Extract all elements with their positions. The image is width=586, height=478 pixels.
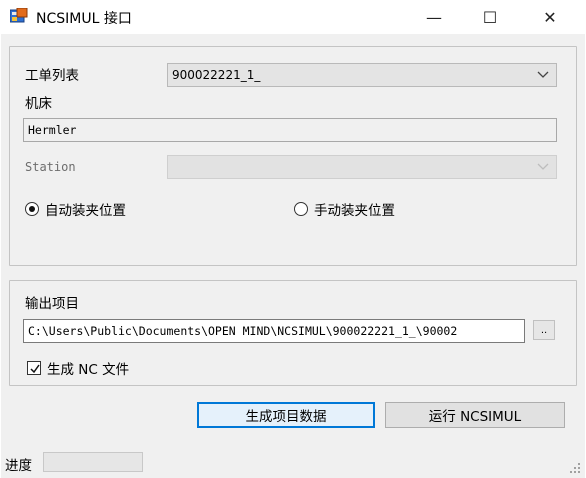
status-strip: 进度 bbox=[1, 446, 585, 476]
maximize-button[interactable]: ☐ bbox=[462, 0, 518, 34]
app-icon[interactable] bbox=[9, 7, 28, 24]
chevron-down-icon bbox=[536, 159, 550, 173]
close-button[interactable]: ✕ bbox=[522, 0, 578, 34]
job-list-combo[interactable]: 900022221_1_ bbox=[167, 63, 557, 87]
close-icon: ✕ bbox=[543, 7, 557, 27]
minimize-icon: — bbox=[426, 7, 442, 27]
client-area: 工单列表 900022221_1_ 机床 Hermler Station 自动装… bbox=[1, 34, 585, 478]
manual-clamping-radio[interactable] bbox=[294, 202, 308, 216]
progress-label: 进度 bbox=[5, 458, 32, 474]
machine-label: 机床 bbox=[25, 96, 52, 112]
title-bar: NCSIMUL 接口 — ☐ ✕ bbox=[0, 0, 586, 34]
run-ncsimul-label: 运行 NCSIMUL bbox=[428, 409, 522, 425]
job-list-label: 工单列表 bbox=[25, 68, 79, 84]
manual-clamping-label[interactable]: 手动装夹位置 bbox=[314, 199, 395, 219]
maximize-icon: ☐ bbox=[482, 7, 498, 27]
generate-project-data-button[interactable]: 生成项目数据 bbox=[197, 402, 375, 428]
generate-nc-checkbox[interactable] bbox=[27, 361, 41, 375]
window-title: NCSIMUL 接口 bbox=[36, 11, 132, 27]
output-project-label: 输出项目 bbox=[25, 296, 79, 312]
generate-nc-label[interactable]: 生成 NC 文件 bbox=[47, 358, 129, 378]
output-path-field[interactable]: C:\Users\Public\Documents\OPEN MIND\NCSI… bbox=[23, 319, 525, 343]
station-combo[interactable] bbox=[167, 155, 557, 179]
resize-grip-icon[interactable] bbox=[569, 462, 581, 474]
minimize-button[interactable]: — bbox=[406, 0, 462, 34]
check-icon bbox=[30, 364, 40, 374]
chevron-down-icon bbox=[536, 67, 550, 81]
auto-clamping-radio[interactable] bbox=[25, 202, 39, 216]
run-ncsimul-button[interactable]: 运行 NCSIMUL bbox=[385, 402, 565, 428]
browse-label: .. bbox=[540, 324, 548, 336]
generate-project-data-label: 生成项目数据 bbox=[245, 409, 327, 425]
auto-clamping-label[interactable]: 自动装夹位置 bbox=[45, 199, 126, 219]
station-label: Station bbox=[25, 160, 76, 174]
job-list-value: 900022221_1_ bbox=[172, 68, 261, 82]
browse-button[interactable]: .. bbox=[533, 320, 555, 340]
machine-field[interactable]: Hermler bbox=[23, 118, 557, 142]
progress-bar bbox=[43, 452, 143, 472]
